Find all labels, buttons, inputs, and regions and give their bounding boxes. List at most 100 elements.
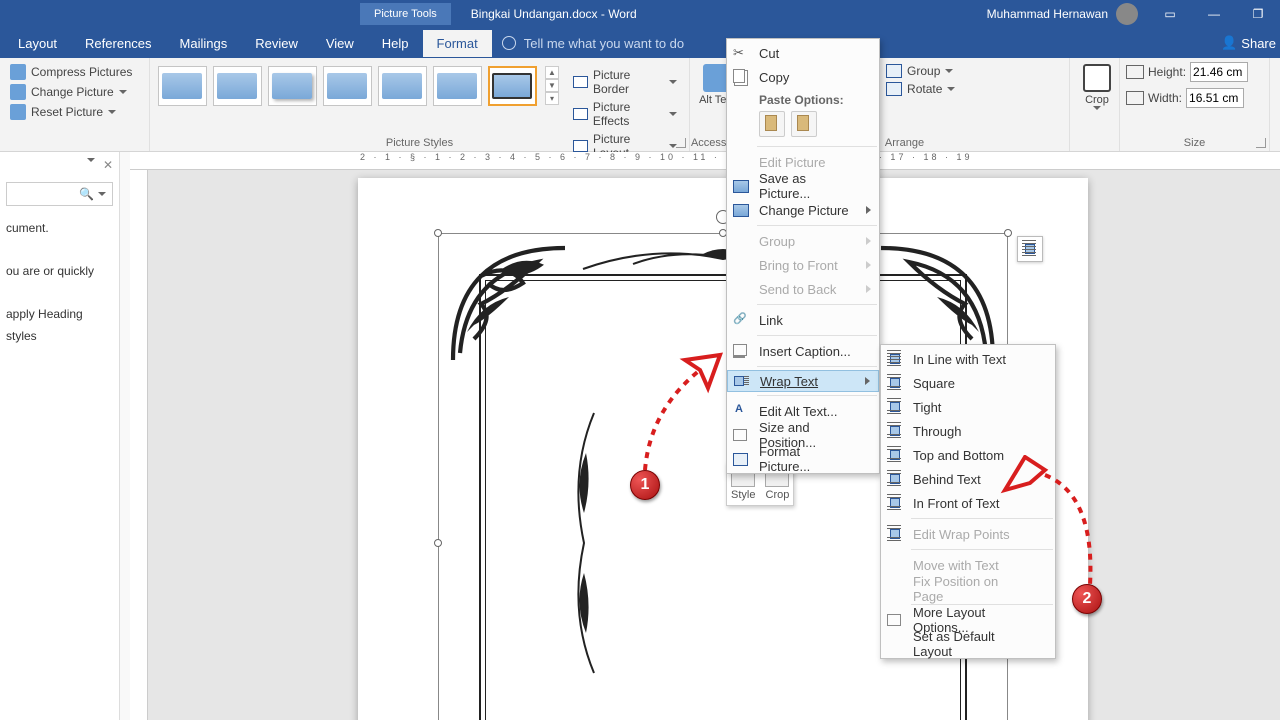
menu-copy[interactable]: Copy [727,65,879,89]
tab-review[interactable]: Review [241,30,312,57]
horizontal-ruler[interactable]: 2 · 1 · § · 1 · 2 · 3 · 4 · 5 · 6 · 7 · … [130,152,1280,170]
save-picture-icon [733,178,749,194]
document-title: Bingkai Undangan.docx - Word [471,7,637,21]
page-area[interactable] [148,170,1280,720]
size-icon [733,427,749,443]
change-picture-icon [10,84,26,100]
tab-help[interactable]: Help [368,30,423,57]
context-menu: Cut Copy Paste Options: Edit Picture Sav… [726,38,880,474]
width-icon [1126,91,1144,105]
size-dialog-launcher[interactable] [1256,138,1266,148]
tab-layout[interactable]: Layout [4,30,71,57]
wrap-behind-text[interactable]: Behind Text [881,467,1055,491]
lightbulb-icon [502,36,516,50]
user-account[interactable]: Muhammad Hernawan [987,3,1138,25]
compress-label: Compress Pictures [31,65,132,79]
wrap-topbottom-icon [887,447,903,463]
nav-dropdown-icon[interactable] [87,158,95,162]
reset-icon [10,104,26,120]
reset-label: Reset Picture [31,105,103,119]
nav-search-input[interactable]: 🔍 [6,182,113,206]
wrap-text-submenu: In Line with Text Square Tight Through T… [880,344,1056,659]
nav-close-icon[interactable]: ✕ [103,158,113,172]
style-thumb[interactable] [433,66,482,106]
group-button[interactable]: Group [882,62,959,80]
workspace: ✕ 🔍 cument. ou are or quickly apply Head… [0,152,1280,720]
paste-option-keep[interactable] [759,111,785,137]
wrap-inline[interactable]: In Line with Text [881,347,1055,371]
menu-cut[interactable]: Cut [727,41,879,65]
wrap-through[interactable]: Through [881,419,1055,443]
avatar-icon [1116,3,1138,25]
cut-icon [733,45,749,61]
wrap-through-icon [887,423,903,439]
tab-mailings[interactable]: Mailings [166,30,242,57]
change-picture-label: Change Picture [31,85,114,99]
style-thumb[interactable] [323,66,372,106]
wrap-square[interactable]: Square [881,371,1055,395]
wrap-tight[interactable]: Tight [881,395,1055,419]
tab-view[interactable]: View [312,30,368,57]
size-label: Size [1120,137,1269,149]
width-input[interactable] [1186,88,1244,108]
gallery-up-button[interactable]: ▲ [545,66,559,79]
styles-dialog-launcher[interactable] [676,138,686,148]
change-picture-icon [733,202,749,218]
style-thumb[interactable] [158,66,207,106]
crop-button[interactable]: Crop [1076,62,1118,112]
effects-label: Picture Effects [593,100,664,128]
annotation-callout-1: 1 [630,470,660,500]
tell-me-search[interactable]: Tell me what you want to do [502,36,684,51]
share-button[interactable]: 👤 Share [1221,35,1276,51]
rotate-button[interactable]: Rotate [882,80,959,98]
wrap-top-bottom[interactable]: Top and Bottom [881,443,1055,467]
wrap-front-icon [887,495,903,511]
picture-border-button[interactable]: Picture Border [569,66,681,98]
menu-group: Group [727,229,879,253]
resize-handle[interactable] [434,539,442,547]
picture-effects-button[interactable]: Picture Effects [569,98,681,130]
menu-save-as-picture[interactable]: Save as Picture... [727,174,879,198]
crop-label: Crop [1085,94,1109,106]
group-icon [886,64,902,78]
tab-references[interactable]: References [71,30,165,57]
paste-option-picture[interactable] [791,111,817,137]
menu-change-picture[interactable]: Change Picture [727,198,879,222]
menu-link[interactable]: Link [727,308,879,332]
height-input[interactable] [1190,62,1248,82]
menu-format-picture[interactable]: Format Picture... [727,447,879,471]
height-label: Height: [1148,65,1186,79]
format-icon [733,451,749,467]
menu-insert-caption[interactable]: Insert Caption... [727,339,879,363]
change-picture-button[interactable]: Change Picture [6,82,143,102]
compress-pictures-button[interactable]: Compress Pictures [6,62,143,82]
menu-wrap-text[interactable]: Wrap Text [727,370,879,392]
navigation-pane[interactable]: ✕ 🔍 cument. ou are or quickly apply Head… [0,152,120,720]
style-thumb[interactable] [213,66,262,106]
layout-options-button[interactable] [1017,236,1043,262]
picture-styles-gallery[interactable]: ▲ ▼ ▾ Picture Border Picture Effects Pic… [156,62,683,166]
wrap-behind-icon [887,471,903,487]
nav-text: cument. ou are or quickly apply Heading … [6,218,113,348]
gallery-more-button[interactable]: ▾ [545,92,559,105]
wrap-tight-icon [887,399,903,415]
wrap-set-default[interactable]: Set as Default Layout [881,632,1055,656]
group-label: Group [907,64,940,78]
style-thumb-selected[interactable] [488,66,537,106]
paste-options-label: Paste Options: [727,89,879,109]
link-icon [733,312,749,328]
style-thumb[interactable] [378,66,427,106]
wrap-in-front[interactable]: In Front of Text [881,491,1055,515]
gallery-down-button[interactable]: ▼ [545,79,559,92]
restore-button[interactable]: ❐ [1236,0,1280,28]
wrap-inline-icon [887,351,903,367]
title-bar: Picture Tools Bingkai Undangan.docx - Wo… [0,0,1280,28]
ribbon: Compress Pictures Change Picture Reset P… [0,58,1280,152]
tab-format[interactable]: Format [423,30,492,57]
vertical-ruler[interactable] [130,170,148,720]
wrap-points-icon [887,526,903,542]
ribbon-display-button[interactable]: ▭ [1148,0,1192,28]
reset-picture-button[interactable]: Reset Picture [6,102,143,122]
style-thumb[interactable] [268,66,317,106]
minimize-button[interactable]: — [1192,0,1236,28]
